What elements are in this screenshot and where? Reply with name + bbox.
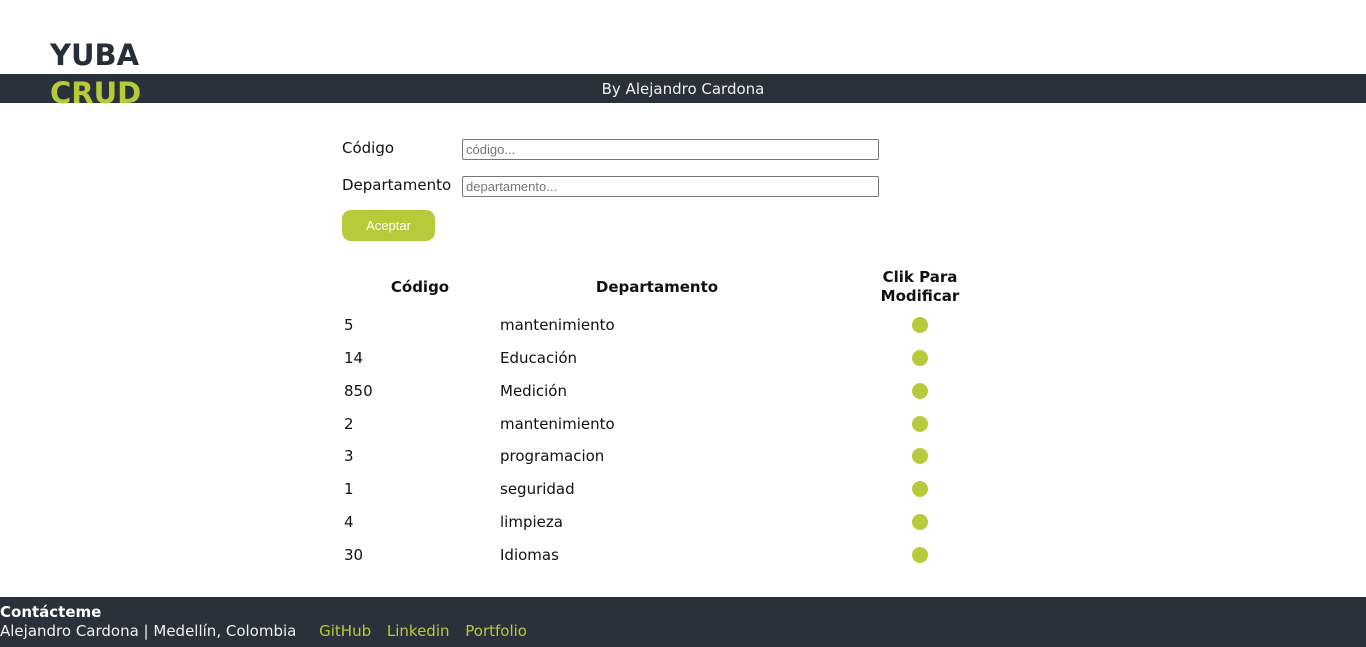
header-codigo: Código bbox=[390, 278, 450, 296]
table-row: 850 Medición bbox=[342, 382, 982, 415]
cell-codigo: 1 bbox=[344, 480, 354, 498]
modify-dot-button[interactable] bbox=[912, 416, 928, 432]
table-row: 1 seguridad bbox=[342, 480, 982, 513]
cell-codigo: 4 bbox=[344, 513, 354, 531]
footer: Contácteme Alejandro Cardona | Medellín,… bbox=[0, 597, 1366, 647]
cell-codigo: 30 bbox=[344, 546, 364, 564]
header-departamento: Departamento bbox=[595, 278, 719, 296]
modify-dot-button[interactable] bbox=[912, 317, 928, 333]
cell-codigo: 3 bbox=[344, 447, 354, 465]
modify-dot-button[interactable] bbox=[912, 481, 928, 497]
table-row: 30 Idiomas bbox=[342, 546, 982, 579]
table-row: 5 mantenimiento bbox=[342, 316, 982, 349]
cell-codigo: 850 bbox=[344, 382, 373, 400]
departamento-label: Departamento bbox=[342, 176, 452, 194]
table-row: 14 Educación bbox=[342, 349, 982, 382]
linkedin-link[interactable]: Linkedin bbox=[387, 622, 450, 640]
table-row: 4 limpieza bbox=[342, 513, 982, 546]
modify-dot-button[interactable] bbox=[912, 448, 928, 464]
top-bar: By Alejandro Cardona bbox=[0, 74, 1366, 103]
departamento-form-row: Departamento bbox=[342, 176, 882, 198]
codigo-input[interactable] bbox=[462, 139, 879, 160]
contact-line: Alejandro Cardona | Medellín, Colombia G… bbox=[0, 622, 534, 640]
logo-crud: CRUD bbox=[50, 76, 142, 110]
table-row: 3 programacion bbox=[342, 447, 982, 480]
codigo-form-row: Código bbox=[342, 139, 882, 161]
byline: By Alejandro Cardona bbox=[601, 80, 765, 98]
table-row: 2 mantenimiento bbox=[342, 415, 982, 448]
cell-departamento: Idiomas bbox=[500, 546, 559, 564]
modify-dot-button[interactable] bbox=[912, 547, 928, 563]
contact-info: Alejandro Cardona | Medellín, Colombia bbox=[0, 622, 297, 640]
logo-yuba: YUBA bbox=[50, 38, 140, 72]
portfolio-link[interactable]: Portfolio bbox=[465, 622, 527, 640]
header-modificar: Clik Para Modificar bbox=[880, 268, 960, 305]
github-link[interactable]: GitHub bbox=[319, 622, 371, 640]
cell-departamento: Educación bbox=[500, 349, 578, 367]
logo: YUBA CRUD bbox=[50, 36, 141, 112]
cell-departamento: limpieza bbox=[500, 513, 563, 531]
modify-dot-button[interactable] bbox=[912, 383, 928, 399]
cell-codigo: 2 bbox=[344, 415, 354, 433]
modify-dot-button[interactable] bbox=[912, 514, 928, 530]
cell-codigo: 14 bbox=[344, 349, 364, 367]
cell-codigo: 5 bbox=[344, 316, 354, 334]
modify-dot-button[interactable] bbox=[912, 350, 928, 366]
contact-title: Contácteme bbox=[0, 603, 102, 621]
departamento-input[interactable] bbox=[462, 176, 879, 197]
cell-departamento: seguridad bbox=[500, 480, 575, 498]
codigo-label: Código bbox=[342, 139, 395, 157]
cell-departamento: programacion bbox=[500, 447, 605, 465]
aceptar-button[interactable]: Aceptar bbox=[342, 210, 435, 241]
cell-departamento: Medición bbox=[500, 382, 567, 400]
footer-links: GitHub Linkedin Portfolio bbox=[315, 622, 534, 640]
cell-departamento: mantenimiento bbox=[500, 316, 615, 334]
cell-departamento: mantenimiento bbox=[500, 415, 615, 433]
